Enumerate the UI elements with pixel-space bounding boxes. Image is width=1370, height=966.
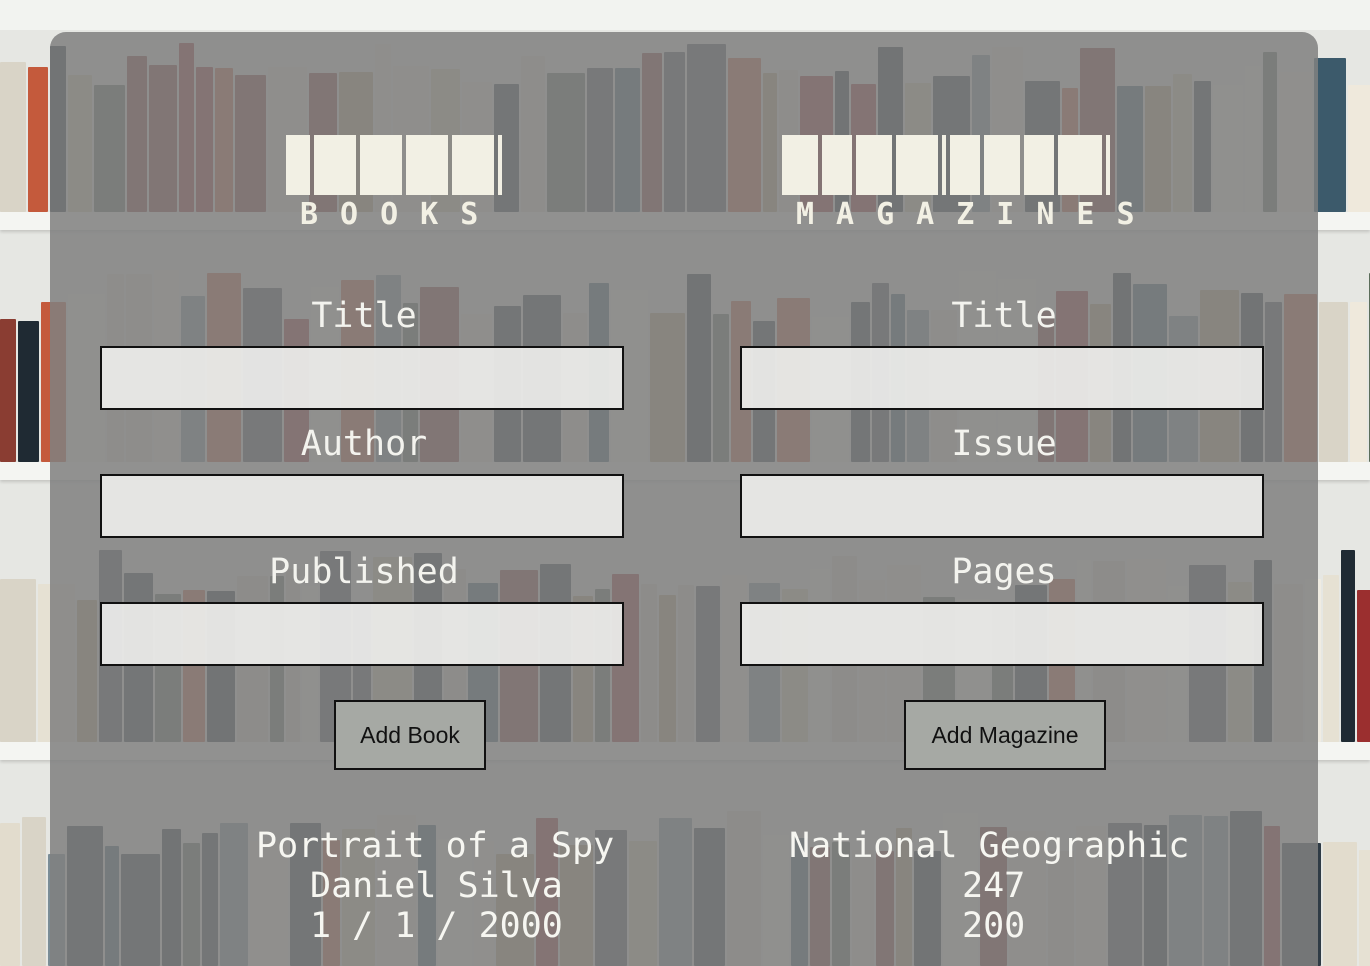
magazines-barcode-icon <box>782 135 1157 195</box>
magazine-title-input[interactable] <box>740 346 1264 410</box>
book-entry-published: 1 / 1 / 2000 <box>310 906 563 946</box>
books-heading: BOOKS <box>300 197 501 232</box>
book-author-label: Author <box>300 424 428 464</box>
magazine-pages-input[interactable] <box>740 602 1264 666</box>
book-published-label: Published <box>269 552 459 592</box>
book-entry-author: Daniel Silva <box>310 866 563 906</box>
book-author-input[interactable] <box>100 474 624 538</box>
magazine-title-label: Title <box>951 296 1057 336</box>
books-logo: BOOKS <box>286 135 502 235</box>
magazine-entry-title: National Geographic <box>789 826 1190 866</box>
library-form-panel: BOOKS MAGAZINES Title Author Published T… <box>50 32 1318 966</box>
magazine-pages-label: Pages <box>951 552 1057 592</box>
magazines-heading: MAGAZINES <box>796 197 1157 232</box>
magazine-issue-input[interactable] <box>740 474 1264 538</box>
book-entry-title: Portrait of a Spy <box>256 826 615 866</box>
book-published-input[interactable] <box>100 602 624 666</box>
magazine-entry-issue: 247 <box>962 866 1026 906</box>
books-barcode-icon <box>286 135 502 195</box>
add-book-button[interactable]: Add Book <box>334 700 486 770</box>
magazine-entry-pages: 200 <box>962 906 1026 946</box>
book-title-label: Title <box>311 296 417 336</box>
add-magazine-button[interactable]: Add Magazine <box>904 700 1106 770</box>
magazines-logo: MAGAZINES <box>782 135 1157 235</box>
magazine-entry: National Geographic 247 200 <box>789 826 1189 946</box>
book-entry: Portrait of a Spy Daniel Silva 1 / 1 / 2… <box>256 826 614 946</box>
magazine-issue-label: Issue <box>951 424 1057 464</box>
book-title-input[interactable] <box>100 346 624 410</box>
